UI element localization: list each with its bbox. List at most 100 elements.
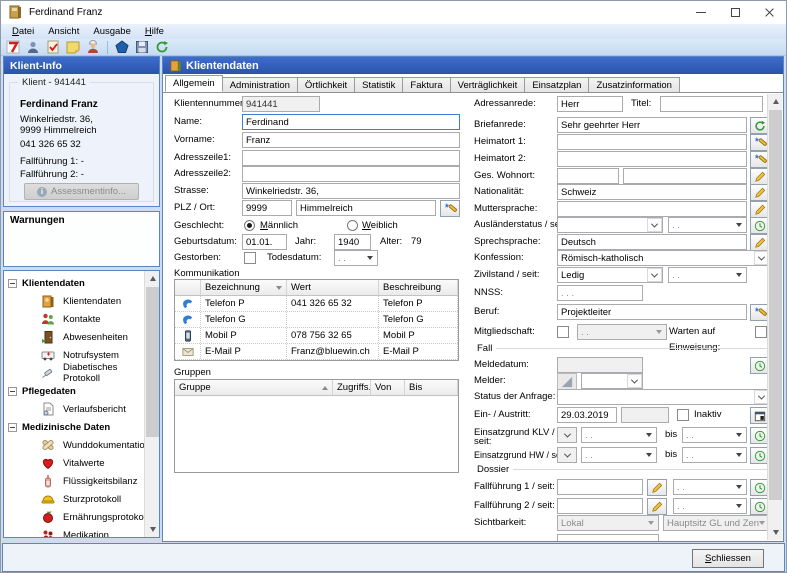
maximize-button[interactable] (718, 1, 752, 24)
tree-item-sturzprotokoll[interactable]: Sturzprotokoll (4, 490, 144, 508)
report-icon (40, 402, 55, 417)
tree-item-klientendaten[interactable]: Klientendaten (4, 292, 144, 310)
nationalitaet-field[interactable] (557, 184, 747, 200)
muttersprache-field[interactable] (557, 201, 747, 217)
fallfuehrung1-seit-combo[interactable]: . . (673, 479, 747, 495)
menu-ansicht[interactable]: Ansicht (41, 25, 86, 38)
zivilstand-seit-combo[interactable]: . . (668, 267, 747, 283)
zivilstand-combo[interactable]: Ledig (557, 267, 663, 283)
tree-item-fluessigkeitsbilanz[interactable]: Flüssigkeitsbilanz (4, 472, 144, 490)
auslaenderstatus-seit-combo[interactable]: . . (668, 217, 747, 233)
tree-group-klientendaten[interactable]: Klientendaten (4, 274, 144, 292)
einsatzgrund-klv-combo[interactable] (557, 427, 577, 443)
meldedatum-field[interactable] (557, 357, 643, 373)
fallfuehrung2-field[interactable] (557, 498, 643, 514)
einsatzgrund-hw-von-combo[interactable]: . . (581, 447, 657, 463)
form-scrollbar[interactable] (767, 94, 782, 540)
tree-item-ernaehrungsprotokoll[interactable]: Ernährungsprotokoll (4, 508, 144, 526)
warten-einweisung-checkbox[interactable] (755, 326, 767, 338)
collapse-icon[interactable] (8, 279, 17, 288)
note-button[interactable] (64, 40, 82, 55)
tab-administration[interactable]: Administration (222, 77, 298, 92)
briefanrede-label: Briefanrede: (474, 117, 526, 133)
person-button[interactable] (24, 40, 42, 55)
tree-group-pflegedaten[interactable]: Pflegedaten (4, 382, 144, 400)
tree-item-wunddokumentation[interactable]: Wunddokumentation (4, 436, 144, 454)
dropdown-icon (736, 453, 742, 457)
task-check-button[interactable] (44, 40, 62, 55)
assessmentinfo-button[interactable]: i Assessmentinfo... (24, 183, 139, 200)
planner-7-button[interactable] (4, 40, 22, 55)
scroll-up-icon[interactable] (145, 271, 160, 286)
save-button[interactable] (133, 40, 151, 55)
close-button[interactable] (752, 1, 786, 24)
austritt-field[interactable] (621, 407, 669, 423)
schliessen-button[interactable]: Schliessen (692, 549, 764, 568)
beruf-field[interactable] (557, 304, 747, 320)
klient-info-title: Klient-Info (10, 60, 62, 72)
form-scrollbar-thumb[interactable] (769, 110, 782, 500)
scroll-up-icon[interactable] (768, 94, 783, 109)
titel-field[interactable] (660, 96, 763, 112)
reload-button[interactable] (153, 40, 171, 55)
tree-item-diabetisches-protokoll[interactable]: Diabetisches Protokoll (4, 364, 144, 382)
fallfuehrung2-seit-combo[interactable]: . . (673, 498, 747, 514)
tree-item-verlaufsbericht[interactable]: Verlaufsbericht (4, 400, 144, 418)
dossier-section-label: Dossier (477, 464, 509, 475)
sprechsprache-field[interactable] (557, 234, 747, 250)
menu-hilfe[interactable]: Hilfe (138, 25, 171, 38)
einsatzgrund-hw-bis-combo[interactable]: . . (682, 447, 747, 463)
mitgliedschaft-checkbox[interactable] (557, 326, 569, 338)
tree-scrollbar-thumb[interactable] (146, 287, 159, 437)
fallfuehrung1-edit-button[interactable] (647, 479, 667, 496)
briefanrede-field[interactable] (557, 117, 747, 133)
einsatzgrund-klv-von-combo[interactable]: . . (581, 427, 657, 443)
tree-item-abwesenheiten[interactable]: Abwesenheiten (4, 328, 144, 346)
tab-zusatzinformation[interactable]: Zusatzinformation (588, 77, 680, 92)
nurse-button[interactable] (84, 40, 102, 55)
melder-combo[interactable] (581, 373, 643, 389)
tab-oertlichkeit[interactable]: Örtlichkeit (297, 77, 355, 92)
tree-item-kontakte[interactable]: Kontakte (4, 310, 144, 328)
inaktiv-checkbox[interactable] (677, 409, 689, 421)
sichtbarkeit-combo2[interactable]: Hauptsitz GL und Zentr... (663, 515, 770, 531)
menu-ausgabe[interactable]: Ausgabe (86, 25, 138, 38)
fallfuehrung1-field[interactable] (557, 479, 643, 495)
auslaenderstatus-combo[interactable] (557, 217, 663, 233)
ges-wohnort-ort-field[interactable] (623, 168, 747, 184)
ambulance-icon (40, 348, 55, 363)
einsatzgrund-klv-bis-combo[interactable]: . . (682, 427, 747, 443)
pentagon-button[interactable] (113, 40, 131, 55)
melder-button[interactable] (557, 373, 577, 390)
eintritt-field[interactable] (557, 407, 617, 423)
mitgliedschaft-datum-combo[interactable]: . . (577, 324, 667, 340)
scroll-down-icon[interactable] (768, 525, 783, 540)
tree-item-vitalwerte[interactable]: Vitalwerte (4, 454, 144, 472)
collapse-icon[interactable] (8, 423, 17, 432)
tree-item-medikation[interactable]: Medikation (4, 526, 144, 537)
fallfuehrung2-edit-button[interactable] (647, 498, 667, 515)
collapse-icon[interactable] (8, 387, 17, 396)
minimize-button[interactable] (684, 1, 718, 24)
menu-datei[interactable]: Datei (5, 25, 41, 38)
nnss-field[interactable] (557, 285, 643, 301)
heimatort2-field[interactable] (557, 151, 747, 167)
dropdown-icon (563, 450, 570, 457)
tree-group-medizinische-daten[interactable]: Medizinische Daten (4, 418, 144, 436)
heimatort1-field[interactable] (557, 134, 747, 150)
einsatzgrund-hw-combo[interactable] (557, 447, 577, 463)
adressanrede-field[interactable] (557, 96, 623, 112)
sichtbarkeit-combo1[interactable]: Lokal (557, 515, 659, 531)
tree-scrollbar[interactable] (144, 271, 159, 537)
tab-faktura[interactable]: Faktura (402, 77, 450, 92)
tab-statistik[interactable]: Statistik (354, 77, 403, 92)
tab-allgemein[interactable]: Allgemein (165, 75, 223, 92)
status-anfrage-combo[interactable] (557, 389, 770, 405)
tab-einsatzplan[interactable]: Einsatzplan (524, 77, 589, 92)
clipped-bottom-field[interactable] (557, 534, 659, 541)
main-panel: Klientendaten Allgemein Administration Ö… (162, 56, 784, 542)
scroll-down-icon[interactable] (145, 522, 160, 537)
ges-wohnort-plz-field[interactable] (557, 168, 619, 184)
konfession-combo[interactable]: Römisch-katholisch (557, 250, 770, 266)
tab-vertraeglichkeit[interactable]: Verträglichkeit (450, 77, 526, 92)
